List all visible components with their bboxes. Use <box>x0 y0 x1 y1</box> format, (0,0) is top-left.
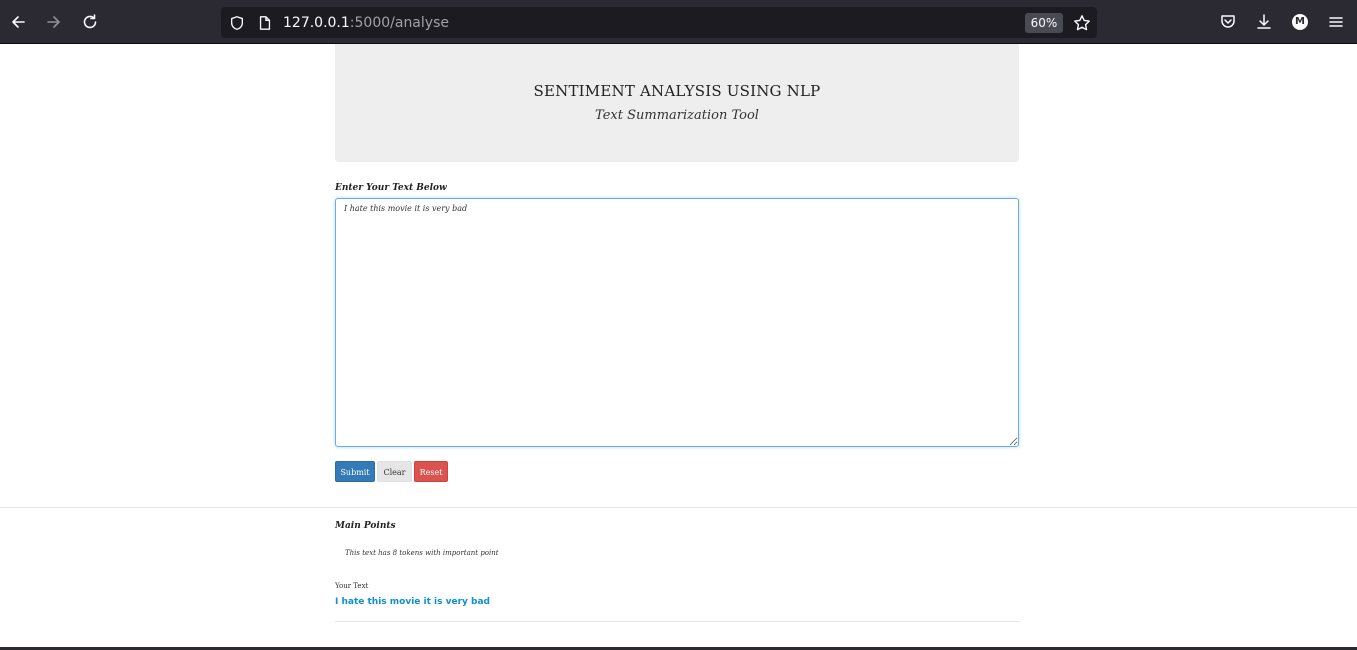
url-bar[interactable]: 127.0.0.1:5000/analyse 60% <box>221 7 1097 38</box>
token-info-text: This text has 8 tokens with important po… <box>345 549 499 557</box>
account-button[interactable]: M <box>1290 12 1310 32</box>
account-avatar: M <box>1292 14 1308 30</box>
page-subtitle: Text Summarization Tool <box>595 108 759 123</box>
pocket-icon[interactable] <box>1218 12 1238 32</box>
header-jumbotron: SENTIMENT ANALYSIS USING NLP Text Summar… <box>335 44 1019 162</box>
your-text-value: I hate this movie it is very bad <box>335 597 490 607</box>
submit-button[interactable]: Submit <box>335 461 375 482</box>
section-divider <box>0 507 1357 508</box>
url-text[interactable]: 127.0.0.1:5000/analyse <box>283 14 449 32</box>
download-icon[interactable] <box>1254 12 1274 32</box>
zoom-badge[interactable]: 60% <box>1025 13 1063 33</box>
text-input[interactable] <box>335 198 1019 447</box>
text-input-label: Enter Your Text Below <box>335 183 447 193</box>
arrow-right-icon <box>47 16 60 28</box>
arrow-left-icon <box>12 16 25 28</box>
page-content: SENTIMENT ANALYSIS USING NLP Text Summar… <box>0 44 1357 650</box>
forward-button[interactable] <box>42 10 66 34</box>
clear-button[interactable]: Clear <box>377 461 412 482</box>
reload-icon <box>83 14 97 29</box>
page-icon[interactable] <box>256 14 274 32</box>
browser-toolbar: 127.0.0.1:5000/analyse 60% M <box>0 0 1357 44</box>
url-host: 127.0.0.1 <box>283 15 350 31</box>
url-path: :5000/analyse <box>349 15 449 31</box>
bookmark-star-icon[interactable] <box>1073 14 1091 32</box>
shield-icon[interactable] <box>228 14 246 32</box>
back-button[interactable] <box>6 10 30 34</box>
reload-button[interactable] <box>78 10 102 34</box>
page-title: SENTIMENT ANALYSIS USING NLP <box>533 82 821 100</box>
main-points-heading: Main Points <box>335 521 396 531</box>
results-divider <box>335 621 1019 622</box>
menu-icon[interactable] <box>1326 12 1346 32</box>
reset-button[interactable]: Reset <box>414 461 448 482</box>
your-text-label: Your Text <box>335 582 369 590</box>
